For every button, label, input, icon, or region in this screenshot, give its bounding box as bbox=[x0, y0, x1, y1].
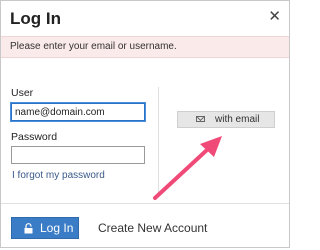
notice-banner: Please enter your email or username. bbox=[1, 36, 289, 58]
create-account-link[interactable]: Create New Account bbox=[98, 221, 207, 235]
email-button-label: with email bbox=[215, 114, 260, 125]
login-with-email-button[interactable]: with email bbox=[177, 111, 275, 128]
user-label: User bbox=[11, 87, 34, 99]
login-dialog: Log In ✕ Please enter your email or user… bbox=[0, 0, 290, 248]
dialog-title: Log In bbox=[10, 9, 61, 28]
user-input[interactable] bbox=[11, 103, 145, 121]
envelope-icon bbox=[196, 116, 205, 122]
lock-icon bbox=[24, 223, 33, 234]
login-button-label: Log In bbox=[40, 221, 74, 235]
column-divider bbox=[158, 87, 159, 195]
password-label: Password bbox=[11, 131, 58, 143]
login-button[interactable]: Log In bbox=[11, 217, 79, 239]
close-icon[interactable]: ✕ bbox=[268, 9, 281, 24]
password-input[interactable] bbox=[11, 146, 145, 164]
notice-text: Please enter your email or username. bbox=[10, 41, 177, 52]
forgot-password-link[interactable]: I forgot my password bbox=[12, 170, 105, 181]
footer-divider bbox=[1, 203, 289, 204]
dialog-header: Log In ✕ bbox=[1, 1, 289, 37]
